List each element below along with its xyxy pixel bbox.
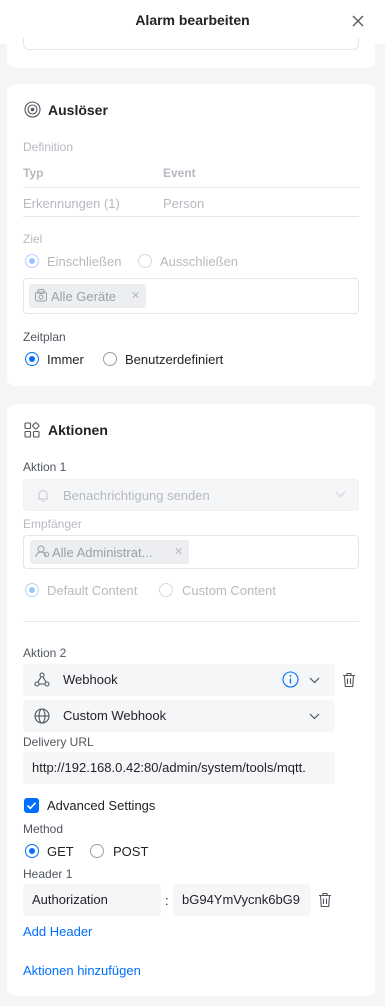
target-devices-select[interactable]: Alle Geräte ✕ [23, 278, 359, 314]
custom-schedule-label: Benutzerdefiniert [125, 352, 224, 367]
table-divider [23, 216, 359, 217]
recipient-select[interactable]: Alle Administrat... ✕ [23, 535, 359, 569]
chip-remove-icon[interactable]: ✕ [174, 545, 183, 558]
column-event-header: Event [163, 166, 196, 180]
header-key-value: Authorization [32, 892, 108, 907]
action1-type-select[interactable]: Benachrichtigung senden [23, 479, 359, 511]
recipient-chip: Alle Administrat... ✕ [30, 540, 189, 564]
bell-icon [36, 488, 50, 503]
delete-action-icon[interactable] [342, 672, 356, 688]
header1-label: Header 1 [23, 867, 73, 881]
globe-icon [34, 708, 50, 724]
row-event-cell: Person [163, 196, 205, 211]
custom-schedule-radio[interactable] [103, 352, 117, 366]
post-label: POST [113, 844, 149, 859]
row-type-cell: Erkennungen (1) [23, 196, 120, 211]
trigger-title: Auslöser [48, 102, 108, 118]
chevron-down-icon [309, 677, 320, 684]
header-value-input[interactable]: bG94YmVycnk6bG9 [173, 884, 311, 916]
user-group-icon [35, 544, 50, 559]
close-icon[interactable] [349, 12, 367, 30]
previous-field-stub [23, 38, 359, 50]
chevron-down-icon [309, 713, 320, 720]
previous-section-card [7, 38, 375, 68]
method-label: Method [23, 822, 64, 836]
action-divider [23, 621, 359, 622]
exclude-label: Ausschließen [160, 254, 239, 269]
table-divider [23, 187, 359, 188]
definition-label: Definition [23, 140, 74, 154]
actions-title: Aktionen [48, 422, 108, 438]
include-label: Einschließen [47, 254, 122, 269]
get-label: GET [47, 844, 74, 859]
header-key-input[interactable]: Authorization [23, 884, 161, 916]
action1-label: Aktion 1 [23, 460, 67, 474]
actions-section: Aktionen Aktion 1 Benachrichtigung sende… [7, 404, 375, 996]
get-radio[interactable] [25, 844, 39, 858]
target-chip-label: Alle Geräte [51, 289, 117, 304]
post-radio[interactable] [90, 844, 104, 858]
delete-header-icon[interactable] [318, 892, 332, 908]
recipient-label: Empfänger [23, 517, 82, 531]
include-radio[interactable] [25, 254, 39, 268]
delivery-url-input[interactable]: http://192.168.0.42:80/admin/system/tool… [23, 752, 335, 784]
target-chip: Alle Geräte ✕ [29, 284, 146, 308]
delivery-url-label: Delivery URL [23, 735, 94, 749]
target-label: Ziel [23, 232, 43, 246]
add-header-link[interactable]: Add Header [23, 924, 92, 939]
always-radio[interactable] [25, 352, 39, 366]
webhook-type-select[interactable]: Custom Webhook [23, 700, 335, 732]
header-value-value: bG94YmVycnk6bG9 [182, 892, 301, 907]
exclude-radio[interactable] [138, 254, 152, 268]
advanced-settings-label: Advanced Settings [47, 798, 156, 813]
action2-type-value: Webhook [63, 672, 118, 687]
default-content-label: Default Content [47, 583, 138, 598]
column-type-header: Typ [23, 166, 44, 180]
chip-remove-icon[interactable]: ✕ [131, 289, 140, 302]
trigger-section: Auslöser Definition Typ Event Erkennunge… [7, 84, 375, 386]
add-action-link[interactable]: Aktionen hinzufügen [23, 963, 141, 978]
webhook-icon [34, 672, 50, 687]
always-label: Immer [47, 352, 84, 367]
default-content-radio[interactable] [25, 583, 39, 597]
schedule-label: Zeitplan [23, 330, 66, 344]
header-separator: : [165, 893, 169, 908]
action2-type-select[interactable]: Webhook [23, 664, 335, 696]
custom-content-radio[interactable] [159, 583, 173, 597]
webhook-type-value: Custom Webhook [63, 708, 167, 723]
custom-content-label: Custom Content [182, 583, 276, 598]
action1-type-value: Benachrichtigung senden [63, 488, 210, 503]
info-icon[interactable] [282, 671, 299, 688]
chevron-down-icon [335, 491, 346, 498]
modal-title: Alarm bearbeiten [135, 12, 250, 28]
action2-label: Aktion 2 [23, 646, 67, 660]
delivery-url-value: http://192.168.0.42:80/admin/system/tool… [32, 760, 306, 775]
recipient-chip-label: Alle Administrat... [52, 545, 153, 560]
trigger-icon [24, 101, 41, 118]
devices-icon [34, 288, 48, 303]
actions-icon [24, 422, 40, 438]
advanced-settings-checkbox[interactable] [24, 798, 39, 813]
